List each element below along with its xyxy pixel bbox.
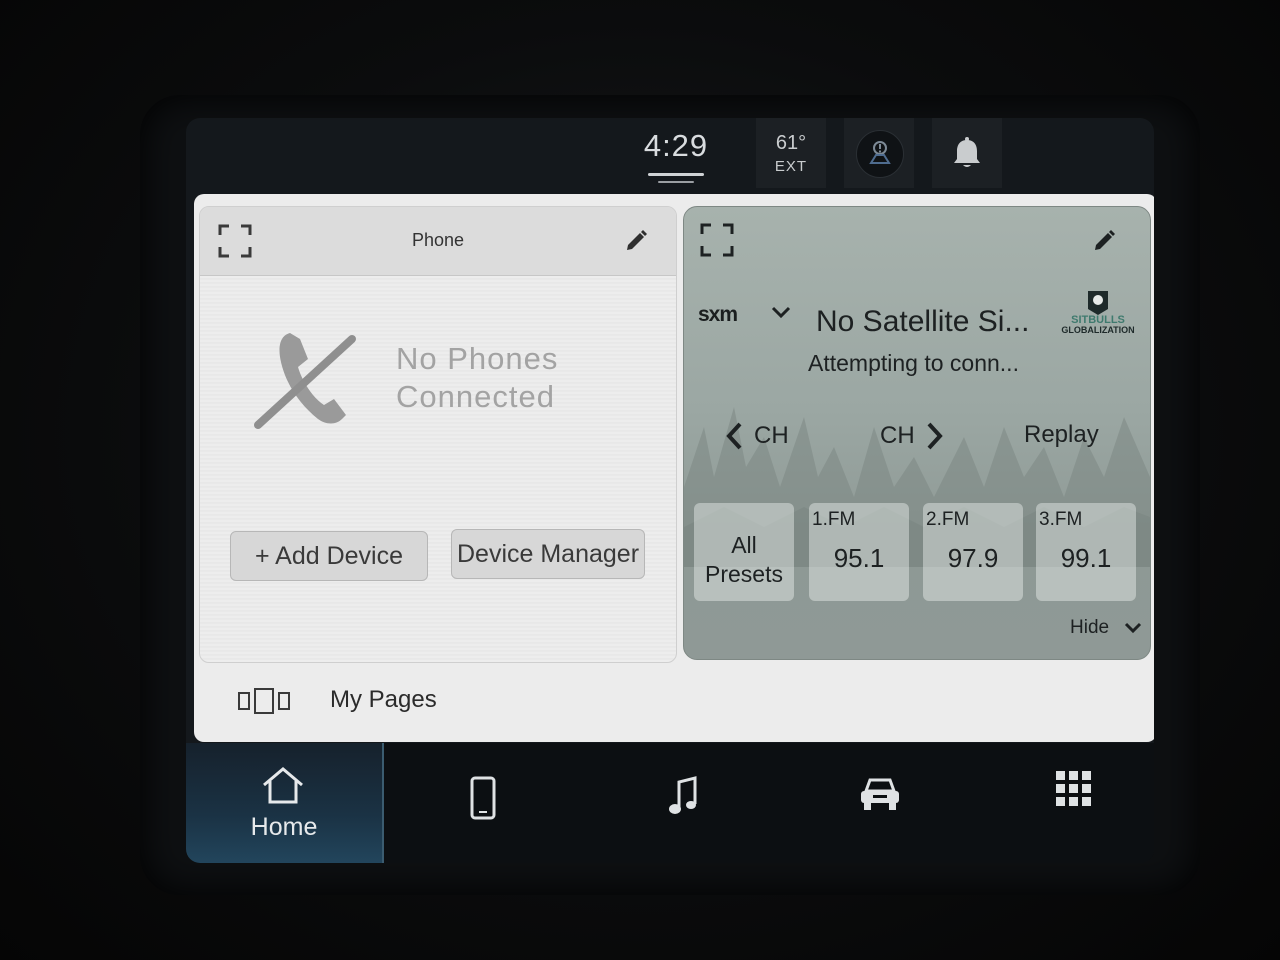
add-device-button[interactable]: + Add Device: [230, 531, 428, 581]
apps-grid-icon[interactable]: [1054, 769, 1094, 809]
edit-pencil-icon[interactable]: [1092, 229, 1116, 253]
preset-label: 1.FM: [812, 509, 856, 530]
no-phones-line1: No Phones: [396, 341, 559, 376]
phone-icon[interactable]: [470, 776, 496, 820]
source-sxm-logo[interactable]: sxm: [698, 303, 738, 327]
edit-pencil-icon[interactable]: [624, 229, 648, 253]
preset-label: 2.FM: [926, 509, 970, 530]
preset-button-3[interactable]: 3.FM 99.1: [1036, 503, 1136, 601]
replay-button[interactable]: Replay: [1024, 421, 1099, 449]
channel-logo: SITBULLS GLOBALIZATION: [1056, 289, 1140, 341]
channel-logo-line1: SITBULLS: [1071, 314, 1125, 326]
channel-down-button[interactable]: CH: [724, 421, 789, 451]
all-presets-label: All Presets: [694, 531, 794, 589]
my-pages-link[interactable]: My Pages: [330, 686, 437, 714]
temperature-label: EXT: [774, 158, 808, 175]
exterior-temperature[interactable]: 61° EXT: [756, 118, 826, 188]
channel-logo-line2: GLOBALIZATION: [1061, 325, 1135, 335]
preset-label: 3.FM: [1039, 509, 1083, 530]
notifications-button[interactable]: [932, 118, 1002, 188]
phone-widget-title: Phone: [411, 230, 465, 250]
phone-disconnected-icon: [254, 333, 356, 429]
preset-frequency: 99.1: [1060, 543, 1112, 573]
nav-home-button[interactable]: Home: [186, 743, 384, 863]
phone-widget: Phone No Phones Connected + Add Device D…: [199, 206, 677, 663]
radio-widget: sxm No Satellite Si... Attempting to con…: [683, 206, 1151, 660]
phone-widget-header: Phone: [200, 207, 676, 276]
all-presets-line2: Presets: [705, 561, 783, 587]
chevron-down-icon[interactable]: [770, 305, 792, 319]
channel-logo-text: SITBULLS GLOBALIZATION: [1056, 314, 1140, 336]
device-manager-button[interactable]: Device Manager: [451, 529, 645, 579]
channel-logo-icon: [1088, 291, 1108, 315]
preset-frequency: 95.1: [833, 543, 885, 573]
chevron-right-icon: [927, 422, 943, 450]
connection-status: Attempting to conn...: [808, 350, 1019, 376]
clock[interactable]: 4:29: [634, 128, 718, 164]
vehicle-icon[interactable]: [858, 775, 902, 813]
channel-up-button[interactable]: CH: [880, 421, 945, 451]
clock-indicator-secondary: [658, 181, 694, 183]
home-panel: Phone No Phones Connected + Add Device D…: [194, 194, 1154, 742]
temperature-value: 61°: [775, 132, 807, 154]
chevron-down-icon[interactable]: [1124, 621, 1142, 635]
bottom-navigation: Home: [186, 743, 1154, 863]
channel-up-label: CH: [880, 422, 915, 449]
no-phones-line2: Connected: [396, 379, 555, 414]
all-presets-line1: All: [731, 532, 757, 558]
clock-indicator: [648, 173, 704, 176]
preset-frequency: 97.9: [947, 543, 999, 573]
channel-down-label: CH: [754, 422, 789, 449]
chevron-left-icon: [726, 422, 742, 450]
all-presets-button[interactable]: All Presets: [694, 503, 794, 601]
infotainment-screen: 4:29 61° EXT Phone No Phones Connected +…: [186, 118, 1154, 863]
alert-circle-icon: [856, 130, 904, 178]
nav-home-label: Home: [250, 813, 318, 841]
station-name: No Satellite Si...: [816, 305, 1030, 338]
bell-icon: [954, 137, 980, 167]
alert-button[interactable]: [844, 118, 914, 188]
expand-icon[interactable]: [700, 223, 734, 257]
home-icon: [263, 767, 303, 804]
status-bar: 4:29 61° EXT: [186, 118, 1154, 194]
preset-button-2[interactable]: 2.FM 97.9: [923, 503, 1023, 601]
preset-button-1[interactable]: 1.FM 95.1: [809, 503, 909, 601]
no-phones-message: No Phones Connected: [396, 340, 656, 416]
hide-presets-button[interactable]: Hide: [1070, 617, 1109, 639]
music-note-icon[interactable]: [668, 776, 698, 818]
my-pages-icon[interactable]: [238, 688, 292, 714]
